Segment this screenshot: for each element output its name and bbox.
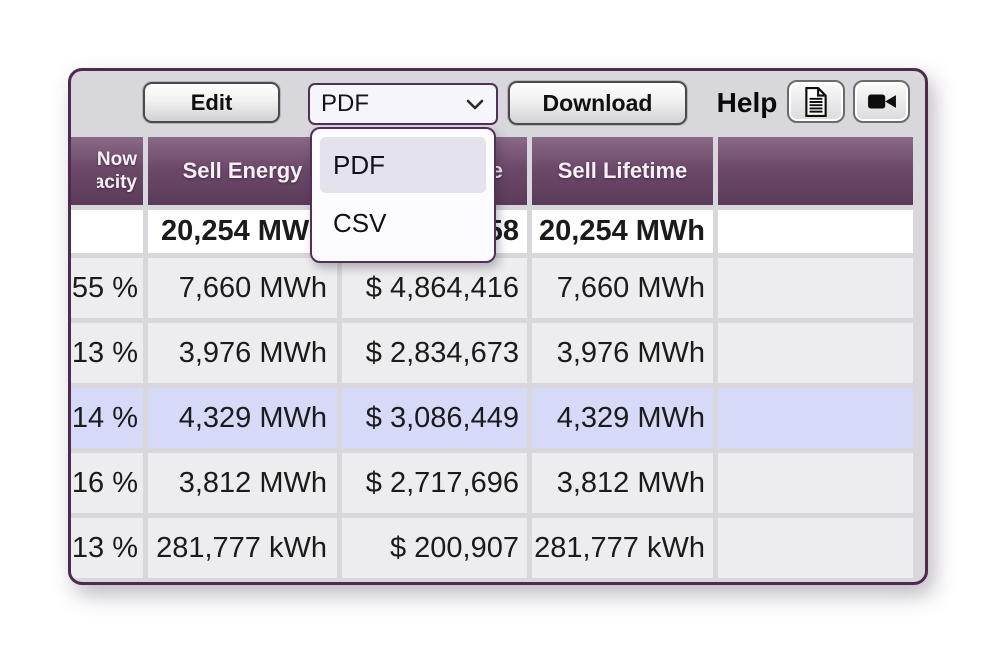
row1-cell-sell_revenue[interactable]: $ 4,864,416 [342,258,527,318]
row5-cell-sell_energy[interactable]: 281,777 kWh [148,518,337,578]
row2-cell-sell_lifetime[interactable]: 3,976 MWh [532,323,713,383]
video-camera-icon [867,91,897,112]
format-select[interactable]: PDF [308,83,498,125]
page-background: Edit PDF Download Help [0,0,1000,654]
row2-cell-capacity[interactable]: 13 % [71,323,143,383]
totals-cell-sell_energy: 20,254 MWh [148,210,337,253]
row3-cell-sell_energy[interactable]: 4,329 MWh [148,388,337,448]
header-line: acity [97,171,137,194]
format-option-csv[interactable]: CSV [320,197,486,249]
row4-cell-extra[interactable] [718,453,913,513]
row4-cell-sell_lifetime[interactable]: 3,812 MWh [532,453,713,513]
row5-cell-capacity[interactable]: 13 % [71,518,143,578]
row1-cell-sell_energy[interactable]: 7,660 MWh [148,258,337,318]
row4-cell-capacity[interactable]: 16 % [71,453,143,513]
row3-cell-capacity[interactable]: 14 % [71,388,143,448]
header-cell-extra [718,137,913,205]
header-cell-capacity: Nowacity [71,137,143,205]
row4-cell-sell_revenue[interactable]: $ 2,717,696 [342,453,527,513]
row3-cell-sell_lifetime[interactable]: 4,329 MWh [532,388,713,448]
format-option-pdf[interactable]: PDF [320,137,486,193]
row2-cell-extra[interactable] [718,323,913,383]
chevron-down-icon [466,99,484,110]
totals-cell-sell_lifetime: 20,254 MWh [532,210,713,253]
row4-cell-sell_energy[interactable]: 3,812 MWh [148,453,337,513]
row5-cell-sell_lifetime[interactable]: 281,777 kWh [532,518,713,578]
row3-cell-sell_revenue[interactable]: $ 3,086,449 [342,388,527,448]
header-cell-sell_lifetime: Sell Lifetime [532,137,713,205]
edit-button[interactable]: Edit [143,82,280,123]
row2-cell-sell_revenue[interactable]: $ 2,834,673 [342,323,527,383]
help-video-button[interactable] [853,80,910,123]
format-select-value: PDF [310,90,466,118]
help-document-button[interactable] [787,80,845,123]
report-panel: Edit PDF Download Help [68,68,928,585]
row1-cell-sell_lifetime[interactable]: 7,660 MWh [532,258,713,318]
row2-cell-sell_energy[interactable]: 3,976 MWh [148,323,337,383]
help-label[interactable]: Help [709,85,785,121]
row1-cell-extra[interactable] [718,258,913,318]
format-dropdown-menu: PDFCSV [310,127,496,263]
row1-cell-capacity[interactable]: 55 % [71,258,143,318]
totals-cell-capacity [71,210,143,253]
row5-cell-sell_revenue[interactable]: $ 200,907 [342,518,527,578]
totals-cell-extra [718,210,913,253]
header-cell-sell_energy: Sell Energy [148,137,337,205]
download-button[interactable]: Download [508,81,687,125]
document-icon [803,87,829,117]
row3-cell-extra[interactable] [718,388,913,448]
row5-cell-extra[interactable] [718,518,913,578]
header-line: Now [97,148,137,171]
